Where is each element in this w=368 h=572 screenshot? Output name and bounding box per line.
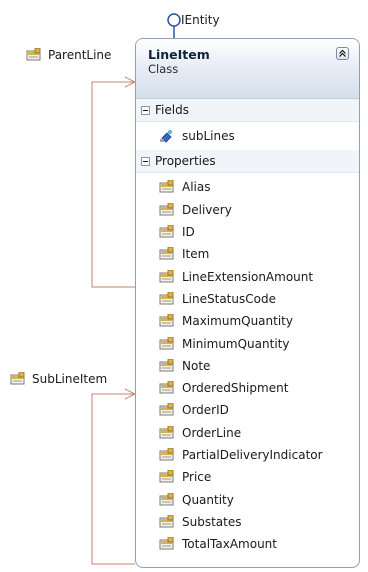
property-icon [26,47,42,62]
member-label: MaximumQuantity [182,314,293,329]
field-icon [159,129,175,143]
member-label: Alias [182,180,211,195]
member-label: TotalTaxAmount [182,537,277,552]
member-item[interactable]: Alias [136,176,359,198]
class-name: LineItem [148,47,210,62]
properties-header-label: Properties [155,154,216,169]
member-item[interactable]: Delivery [136,199,359,221]
sub-association-line [91,388,137,565]
property-icon [159,336,175,351]
property-icon [159,492,175,507]
member-label: Price [182,470,212,485]
parent-association-line [91,76,137,288]
property-icon [159,202,175,217]
sub-line-item-association[interactable]: SubLineItem [10,371,108,386]
member-label: LineExtensionAmount [182,269,314,284]
member-item[interactable]: Price [136,466,359,488]
property-icon [159,469,175,484]
fields-list: subLines [136,122,359,150]
member-item[interactable]: Item [136,243,359,265]
parent-line-association[interactable]: ParentLine [26,47,112,62]
member-item[interactable]: Substates [136,511,359,533]
member-label: OrderedShipment [182,381,289,396]
fields-header[interactable]: Fields [136,99,359,122]
member-item[interactable]: Quantity [136,488,359,510]
property-icon [159,536,175,551]
property-icon [10,371,26,386]
member-item[interactable]: OrderedShipment [136,377,359,399]
property-icon [159,380,175,395]
property-icon [159,425,175,440]
member-item[interactable]: MinimumQuantity [136,332,359,354]
properties-header[interactable]: Properties [136,150,359,174]
member-label: Quantity [182,492,234,507]
member-label: Substates [182,514,242,529]
member-item[interactable]: LineStatusCode [136,288,359,310]
member-label: PartialDeliveryIndicator [182,448,323,462]
lollipop-icon [167,13,181,38]
member-label: ID [182,225,195,240]
member-item[interactable]: subLines [136,125,359,147]
property-icon [159,291,175,306]
class-stereotype: Class [148,62,179,76]
member-item[interactable]: OrderID [136,399,359,421]
property-icon [159,358,175,373]
class-header: LineItem Class [136,39,359,99]
member-item[interactable]: OrderLine [136,422,359,444]
properties-list: Alias Delivery ID Item LineExtensionAmount Li… [136,173,359,558]
member-item[interactable]: MaximumQuantity [136,310,359,332]
member-label: LineStatusCode [182,291,276,306]
member-item[interactable]: PartialDeliveryIndicator [136,444,359,466]
member-item[interactable]: TotalTaxAmount [136,533,359,555]
property-icon [159,246,175,261]
member-label: subLines [182,129,235,144]
properties-section: Properties Alias Delivery ID Item LineExtens… [136,150,359,558]
member-label: Note [182,358,211,373]
fields-header-label: Fields [155,103,189,117]
fields-section: Fields subLines [136,99,359,150]
member-label: OrderID [182,403,229,418]
member-item[interactable]: Note [136,355,359,377]
property-icon [159,269,175,284]
collapse-icon[interactable] [141,105,150,115]
member-item[interactable]: LineExtensionAmount [136,265,359,287]
member-item[interactable]: ID [136,221,359,243]
parent-line-label: ParentLine [48,48,112,62]
property-icon [159,514,175,529]
property-icon [159,403,175,417]
collapse-icon[interactable] [141,156,150,166]
property-icon [159,447,175,462]
property-icon [159,180,175,194]
sub-line-item-label: SubLineItem [32,372,108,386]
member-label: Delivery [182,202,232,217]
property-icon [159,224,175,239]
interface-label: IEntity [181,13,220,27]
property-icon [159,313,175,328]
member-label: OrderLine [182,425,242,440]
class-box[interactable]: LineItem Class Fields subLines Propertie… [135,38,360,568]
chevron-up-icon[interactable] [336,47,349,60]
member-label: Item [182,247,210,262]
member-label: MinimumQuantity [182,336,290,351]
